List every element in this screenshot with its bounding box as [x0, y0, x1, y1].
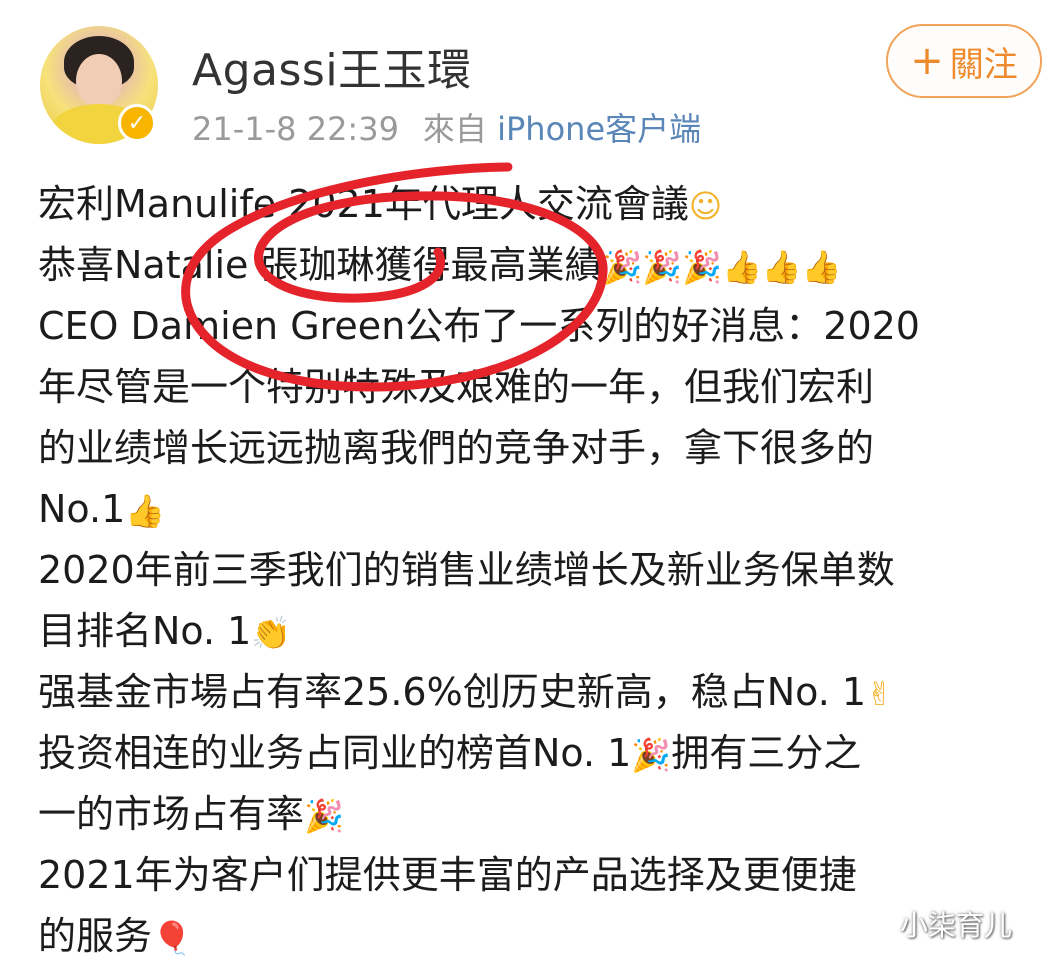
post-text-line: No.1👍 [38, 479, 1038, 540]
post-text: No.1 [38, 487, 126, 531]
avatar-face [76, 54, 122, 108]
post-text-line: 2021年为客户们提供更丰富的产品选择及更便捷 [38, 845, 1038, 906]
thumbs-up-icon: 👍 [761, 248, 802, 286]
post-timestamp: 21-1-8 22:39 [192, 110, 399, 148]
post-text-line: 强基金市場占有率25.6%创历史新高，稳占No. 1✌ [38, 662, 1038, 723]
watermark: 小柒育儿 [900, 909, 1013, 942]
post-text-line: 一的市场占有率🎉 [38, 784, 1038, 845]
party-popper-icon: 🎉 [682, 248, 723, 286]
post-text: 2020年前三季我们的销售业绩增长及新业务保单数 [38, 548, 895, 592]
post-text-line: 2020年前三季我们的销售业绩增长及新业务保单数 [38, 540, 1038, 601]
source-link[interactable]: iPhone客户端 [497, 110, 701, 148]
thumbs-up-icon: 👍 [125, 492, 166, 530]
post-text-line: 目排名No. 1👏 [38, 601, 1038, 662]
source-prefix: 來自 [422, 110, 487, 148]
post-text: 强基金市場占有率25.6%创历史新高，稳占No. 1 [38, 670, 867, 714]
post-text-line: 投资相连的业务占同业的榜首No. 1🎉拥有三分之 [38, 723, 1038, 784]
post-text: 的业绩增长远远抛离我們的竞争对手，拿下很多的 [38, 426, 875, 470]
post-text-line: CEO Damien Green公布了一系列的好消息：2020 [38, 296, 1038, 357]
post-text: 宏利Manulife 2021年代理人交流會議 [38, 182, 689, 226]
post-text-suffix: 拥有三分之 [671, 731, 862, 775]
post-text-line: 恭喜Natalie 張珈琳獲得最高業績🎉🎉🎉👍👍👍 [38, 235, 1038, 296]
post-text: CEO Damien Green公布了一系列的好消息：2020 [38, 304, 920, 348]
plus-icon: + [910, 38, 944, 84]
post-text: 一的市场占有率 [38, 792, 305, 836]
post-meta: 21-1-8 22:39 來自 iPhone客户端 [192, 104, 701, 150]
follow-button[interactable]: + 關注 [886, 24, 1042, 98]
post-text-line: 的业绩增长远远抛离我們的竞争对手，拿下很多的 [38, 418, 1038, 479]
thumbs-up-icon: 👍 [801, 248, 842, 286]
party-popper-icon: 🎉 [602, 248, 643, 286]
party-popper-icon: 🎉 [631, 736, 672, 774]
party-popper-icon: 🎉 [642, 248, 683, 286]
smiling-face-icon: ☺ [688, 187, 723, 225]
post-text: 年尽管是一个特别特殊及艰难的一年，但我们宏利 [38, 365, 875, 409]
party-popper-icon: 🎉 [304, 797, 344, 835]
post-text-line: 宏利Manulife 2021年代理人交流會議☺ [38, 174, 1038, 235]
follow-label: 關注 [949, 44, 1018, 85]
post-text-line: 年尽管是一个特别特殊及艰难的一年，但我们宏利 [38, 357, 1038, 418]
balloon-icon: 🎈 [152, 919, 192, 957]
username[interactable]: Agassi王玉環 [192, 34, 472, 98]
post-text: 目排名No. 1 [38, 609, 252, 653]
post-text: 投资相连的业务占同业的榜首No. 1 [38, 731, 632, 775]
post-text: 2021年为客户们提供更丰富的产品选择及更便捷 [38, 853, 857, 897]
thumbs-up-icon: 👍 [722, 248, 762, 286]
post-body: 宏利Manulife 2021年代理人交流會議☺ 恭喜Natalie 張珈琳獲得最… [38, 174, 1038, 967]
post-text: 的服务 [38, 914, 153, 958]
victory-hand-icon: ✌ [866, 675, 893, 713]
post-text: 恭喜Natalie 張珈琳獲得最高業績 [38, 243, 603, 287]
clapping-hands-icon: 👏 [251, 614, 292, 652]
verified-badge-icon: ✓ [118, 104, 156, 142]
post-text-line: 的服务🎈 [38, 906, 1038, 967]
